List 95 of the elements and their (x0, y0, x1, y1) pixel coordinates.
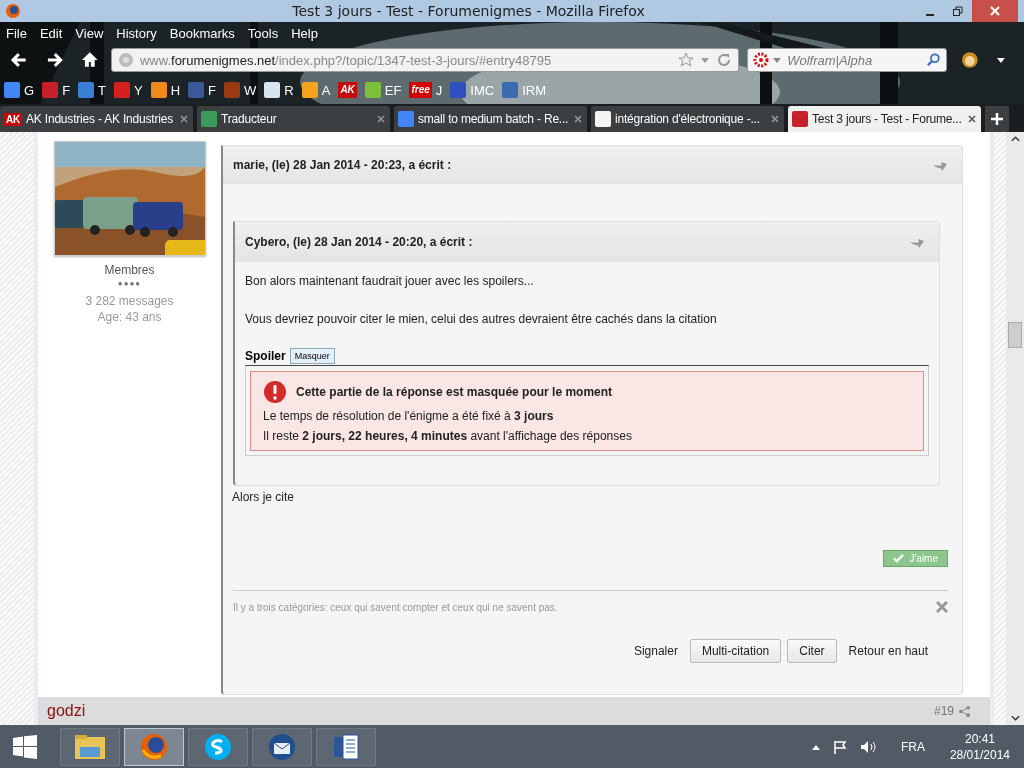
close-icon[interactable] (968, 115, 976, 123)
search-field[interactable]: Wolfram|Alpha (747, 48, 947, 72)
browser-tab[interactable]: intégration d'électronique -... (591, 106, 784, 132)
search-input[interactable]: Wolfram|Alpha (785, 51, 923, 69)
scrollbar[interactable] (1006, 132, 1024, 725)
action-button[interactable]: Citer (787, 639, 837, 663)
quote-author: Cybero, (le) 28 Jan 2014 - 20:20, a écrit : (245, 235, 473, 249)
close-icon[interactable] (377, 115, 385, 123)
signature: Il y a trois catégories: ceux qui savent compter et ceux qui ne savent pas. (233, 601, 558, 613)
bookmark[interactable]: Y (114, 82, 143, 98)
bookmark[interactable]: F (42, 82, 71, 98)
menu-item[interactable]: History (116, 25, 157, 41)
close-icon[interactable] (180, 115, 188, 123)
action-link[interactable]: Retour en haut (842, 644, 934, 658)
restore-icon (953, 6, 963, 16)
flag-icon[interactable] (832, 739, 847, 754)
search-engine-icon (753, 52, 770, 68)
plus-icon (991, 113, 1003, 125)
browser-tab[interactable]: Test 3 jours - Test - Forume... (788, 106, 981, 132)
address-field[interactable]: www.forumenigmes.net/index.php?/topic/1347-test-3-jours/#entry48795 (110, 48, 740, 72)
bookmark[interactable]: A (301, 82, 331, 98)
taskbar-app[interactable] (252, 727, 312, 766)
scroll-thumb[interactable] (1008, 322, 1022, 348)
browser-tab[interactable]: small to medium batch - Re... (394, 106, 587, 132)
clock-date[interactable]: 28/01/2014 (949, 746, 1010, 763)
back-icon[interactable] (10, 51, 28, 69)
close-icon[interactable] (574, 115, 582, 123)
home-icon[interactable] (81, 51, 99, 69)
speaker-icon[interactable] (859, 739, 876, 754)
new-tab-button[interactable] (985, 106, 1009, 132)
scroll-up-icon[interactable] (1010, 136, 1020, 142)
spoiler-label: Spoiler (245, 349, 286, 363)
scroll-down-icon[interactable] (1010, 715, 1020, 721)
caret-icon[interactable] (811, 743, 820, 750)
dropdown-icon[interactable] (773, 56, 782, 64)
taskbar-app[interactable] (124, 727, 184, 766)
menu-item[interactable]: Bookmarks (169, 25, 235, 41)
close-icon[interactable] (771, 115, 779, 123)
quote-author: marie, (le) 28 Jan 2014 - 20:23, a écrit : (233, 158, 452, 172)
bookmark-icon: free (409, 82, 432, 98)
alert-text: Le temps de résolution de l'énigme a été fixé à 3 jours (263, 408, 555, 424)
post-count: 3 282 messages (85, 293, 174, 309)
firefox-icon (5, 3, 21, 19)
close-icon (990, 6, 1000, 16)
quote-text: Vous devriez pouvoir citer le mien, celui des autres devraient être cachés dans la citation (245, 311, 718, 328)
taskbar-app[interactable] (60, 727, 120, 766)
globe-icon (117, 52, 134, 68)
clock-time[interactable]: 20:41 (964, 730, 995, 747)
search-icon[interactable] (926, 53, 941, 67)
hide-button[interactable]: Masquer (289, 348, 335, 364)
bookmark[interactable]: R (264, 82, 294, 98)
bookmark[interactable]: W (224, 82, 257, 98)
menu-item[interactable]: Tools (247, 25, 279, 41)
tab-icon: AK (4, 112, 23, 126)
action-link[interactable]: Signaler (627, 644, 684, 658)
alert-text: Il reste 2 jours, 22 heures, 4 minutes avant l'affichage des réponses (263, 428, 633, 444)
bookmark[interactable]: AK (338, 82, 357, 98)
close-button[interactable] (972, 0, 1018, 22)
language-indicator[interactable]: FRA (900, 739, 925, 754)
folder-icon (74, 732, 106, 761)
star-icon[interactable] (678, 52, 695, 68)
action-button[interactable]: Multi-citation (689, 639, 782, 663)
menu-item[interactable]: File (6, 25, 27, 41)
menu-item[interactable]: Help (291, 25, 318, 41)
post-text: Alors je cite (232, 490, 296, 504)
menu-item[interactable]: View (75, 25, 104, 41)
browser-tab[interactable]: Traducteur (197, 106, 390, 132)
quote-text: Bon alors maintenant faudrait jouer avec les spoilers... (245, 273, 535, 290)
document-icon (331, 731, 361, 762)
menu-dropdown-icon[interactable] (996, 55, 1006, 65)
member-group: Membres (104, 263, 155, 277)
bookmark[interactable]: G (4, 82, 35, 98)
warning-icon (263, 380, 287, 404)
bookmark[interactable]: F (188, 82, 217, 98)
firefox-icon (139, 731, 169, 762)
reload-icon[interactable] (716, 52, 733, 68)
bookmark[interactable]: H (150, 82, 181, 98)
browser-tab[interactable]: AK AK Industries - AK Industries (0, 106, 193, 132)
taskbar-app[interactable] (316, 727, 376, 766)
dropdown-icon[interactable] (700, 55, 711, 65)
menu-item[interactable]: Edit (39, 25, 63, 41)
check-icon (893, 554, 905, 563)
bookmark[interactable]: T (78, 82, 107, 98)
alert-title: Cette partie de la réponse est masquée pour le moment (296, 385, 613, 399)
skype-icon (203, 731, 233, 762)
window-title: Test 3 jours - Test - Forumenigmes - Mozilla Firefox (291, 3, 646, 19)
post-author[interactable]: godzi (47, 702, 929, 720)
taskbar-app[interactable] (188, 727, 248, 766)
member-age: Age: 43 ans (97, 309, 162, 325)
forward-icon[interactable] (45, 51, 64, 69)
share-icon[interactable] (959, 705, 970, 717)
bookmark[interactable]: EF (364, 82, 402, 98)
bookmark[interactable]: free J (409, 82, 443, 98)
rank-pips: ●●●● (117, 279, 142, 288)
minimize-icon (926, 13, 934, 16)
